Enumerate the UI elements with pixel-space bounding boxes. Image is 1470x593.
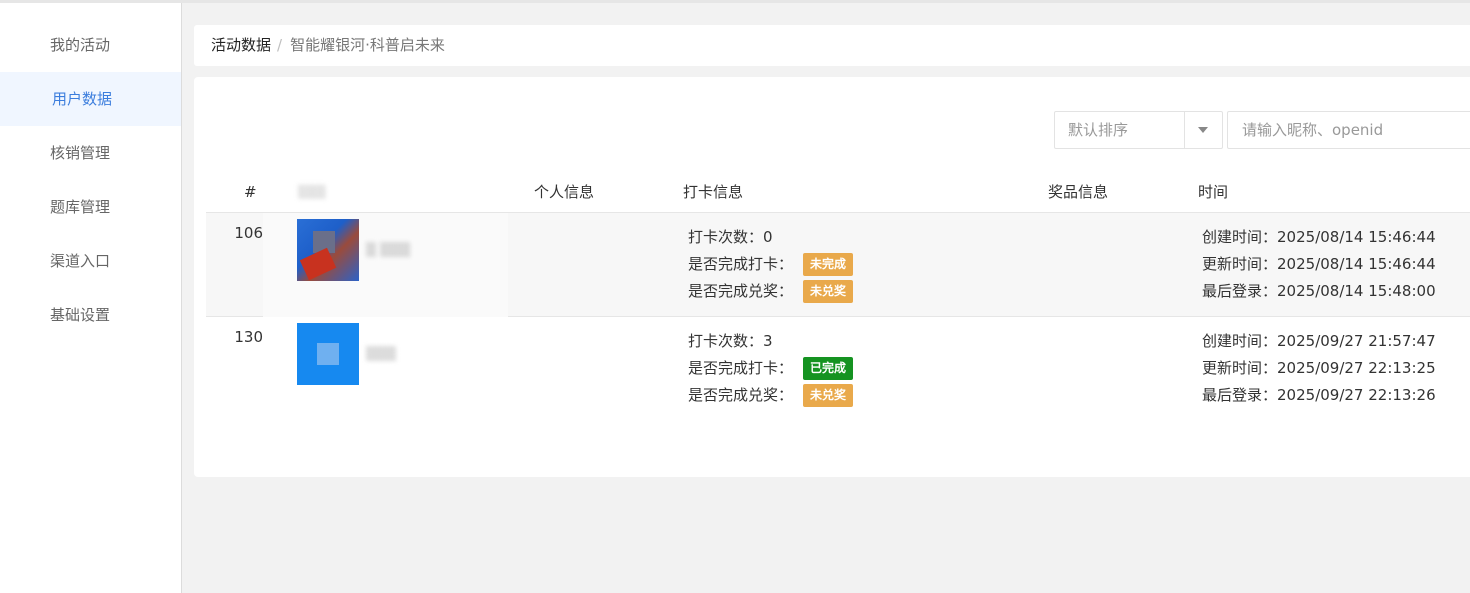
header-prize-info: 奖品信息 [1048, 183, 1109, 201]
checkin-done-label: 是否完成打卡： [688, 359, 794, 377]
time-info: 创建时间：2025/08/14 15:46:44 更新时间：2025/08/14… [1202, 226, 1470, 307]
sidebar-item-redemption[interactable]: 核销管理 [0, 126, 181, 180]
nickname-redacted: ▒▒▒ [366, 347, 396, 362]
table-row[interactable]: 106 ▒ ▒▒▒ 打卡次数：0 是否完成打卡： 未完成 是否完成兑奖： 未兑奖 创… [206, 213, 1470, 317]
header-time: 时间 [1198, 183, 1229, 201]
nickname-redacted: ▒ ▒▒▒ [366, 243, 411, 258]
row-id: 130 [234, 328, 263, 346]
breadcrumb-separator: / [277, 36, 283, 54]
updated-label: 更新时间： [1202, 255, 1278, 273]
avatar [297, 219, 359, 281]
sidebar: 我的活动 用户数据 核销管理 题库管理 渠道入口 基础设置 [0, 3, 182, 593]
header-checkin-info: 打卡信息 [683, 183, 744, 201]
checkin-count-value: 3 [763, 332, 773, 350]
sort-dropdown-toggle[interactable] [1184, 112, 1222, 148]
breadcrumb-root-link[interactable]: 活动数据 [211, 36, 271, 54]
header-index: # [244, 183, 257, 201]
sidebar-item-user-data[interactable]: 用户数据 [0, 72, 181, 126]
breadcrumb: 活动数据 / 智能耀银河·科普启未来 [194, 25, 1470, 66]
checkin-count-label: 打卡次数： [688, 332, 764, 350]
table-header: # ▒▒▒ 个人信息 打卡信息 奖品信息 时间 [206, 171, 1470, 213]
prize-done-label: 是否完成兑奖： [688, 282, 794, 300]
created-value: 2025/08/14 15:46:44 [1277, 228, 1436, 246]
avatar [297, 323, 359, 385]
status-badge: 已完成 [803, 357, 854, 380]
checkin-count-value: 0 [763, 228, 773, 246]
table-row[interactable]: 130 ▒▒▒ 打卡次数：3 是否完成打卡： 已完成 是否完成兑奖： 未兑奖 创建时… [206, 317, 1470, 421]
checkin-info: 打卡次数：0 是否完成打卡： 未完成 是否完成兑奖： 未兑奖 [688, 226, 988, 307]
sort-select[interactable]: 默认排序 [1054, 111, 1223, 149]
sidebar-item-basic-settings[interactable]: 基础设置 [0, 288, 181, 342]
user-data-panel: 默认排序 # ▒▒▒ 个人信息 打卡信息 奖品信息 时间 106 ▒ ▒▒▒ 打… [194, 77, 1470, 477]
breadcrumb-current: 智能耀银河·科普启未来 [290, 36, 445, 54]
created-label: 创建时间： [1202, 228, 1278, 246]
updated-value: 2025/08/14 15:46:44 [1277, 255, 1436, 273]
status-badge: 未兑奖 [803, 384, 854, 407]
header-personal-info: 个人信息 [534, 183, 595, 201]
checkin-done-label: 是否完成打卡： [688, 255, 794, 273]
top-divider [0, 0, 1470, 3]
checkin-count-label: 打卡次数： [688, 228, 764, 246]
sort-select-value: 默认排序 [1068, 121, 1129, 139]
sidebar-item-my-activities[interactable]: 我的活动 [0, 18, 181, 72]
checkin-info: 打卡次数：3 是否完成打卡： 已完成 是否完成兑奖： 未兑奖 [688, 330, 988, 411]
updated-value: 2025/09/27 22:13:25 [1277, 359, 1436, 377]
time-info: 创建时间：2025/09/27 21:57:47 更新时间：2025/09/27… [1202, 330, 1470, 411]
last-login-label: 最后登录： [1202, 386, 1278, 404]
header-avatar-redacted: ▒▒▒ [298, 185, 326, 199]
created-label: 创建时间： [1202, 332, 1278, 350]
avatar-pixel-block [317, 343, 339, 365]
sidebar-item-channel-entry[interactable]: 渠道入口 [0, 234, 181, 288]
last-login-value: 2025/09/27 22:13:26 [1277, 386, 1436, 404]
chevron-down-icon [1198, 127, 1208, 133]
prize-done-label: 是否完成兑奖： [688, 386, 794, 404]
status-badge: 未完成 [803, 253, 854, 276]
search-input[interactable] [1227, 111, 1470, 149]
sidebar-item-question-bank[interactable]: 题库管理 [0, 180, 181, 234]
status-badge: 未兑奖 [803, 280, 854, 303]
last-login-value: 2025/08/14 15:48:00 [1277, 282, 1436, 300]
updated-label: 更新时间： [1202, 359, 1278, 377]
row-id: 106 [234, 224, 263, 242]
last-login-label: 最后登录： [1202, 282, 1278, 300]
created-value: 2025/09/27 21:57:47 [1277, 332, 1436, 350]
